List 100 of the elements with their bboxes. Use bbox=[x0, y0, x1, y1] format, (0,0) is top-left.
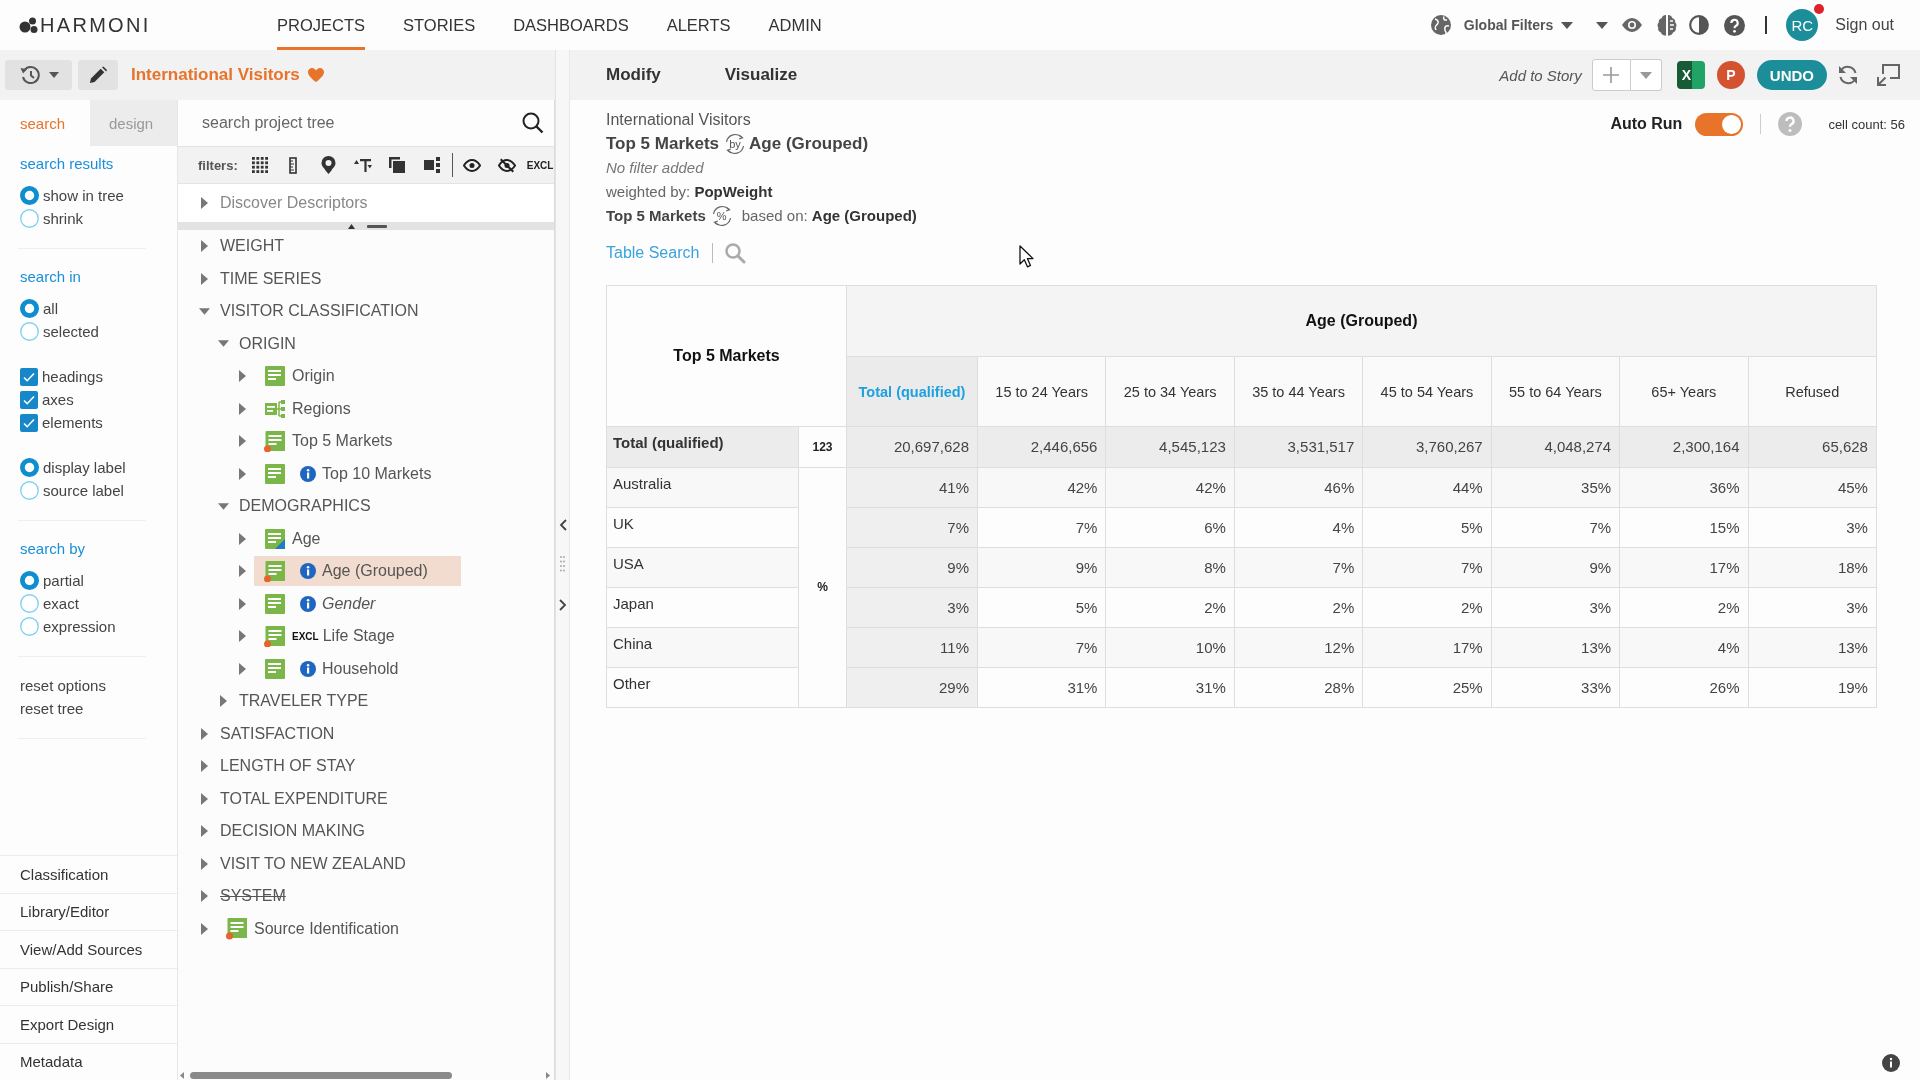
search-icon[interactable] bbox=[522, 112, 544, 134]
nav-tab[interactable]: ALERTS bbox=[666, 0, 731, 50]
reset-link[interactable]: reset tree bbox=[20, 697, 84, 720]
scrollbar-thumb[interactable] bbox=[190, 1071, 452, 1079]
pin-icon[interactable] bbox=[320, 156, 336, 174]
checkbox[interactable] bbox=[20, 390, 38, 409]
help-icon[interactable] bbox=[1724, 14, 1746, 36]
caret-right-icon[interactable] bbox=[200, 727, 208, 740]
add-button[interactable] bbox=[1591, 59, 1631, 91]
caret-right-icon[interactable] bbox=[200, 272, 208, 285]
sign-out-link[interactable]: Sign out bbox=[1835, 16, 1894, 34]
radio-button[interactable] bbox=[20, 594, 39, 613]
caret-right-icon[interactable] bbox=[238, 662, 246, 675]
excl-toggle[interactable]: EXCL bbox=[526, 159, 554, 171]
undo-button[interactable]: UNDO bbox=[1756, 60, 1827, 90]
tree-folder[interactable]: ORIGIN bbox=[239, 328, 329, 359]
tree-folder[interactable]: VISIT TO NEW ZEALAND bbox=[220, 848, 439, 879]
caret-right-icon[interactable] bbox=[200, 825, 208, 838]
window-icon[interactable] bbox=[1876, 64, 1900, 86]
eye-slash-icon[interactable] bbox=[497, 157, 516, 173]
caret-right-icon[interactable] bbox=[238, 630, 246, 643]
radio-button[interactable] bbox=[20, 617, 39, 636]
caret-right-icon[interactable] bbox=[238, 467, 246, 480]
caret-icon[interactable] bbox=[1596, 21, 1609, 29]
refresh-icon[interactable] bbox=[1837, 64, 1859, 86]
tree-folder[interactable]: TRAVELER TYPE bbox=[239, 686, 402, 717]
tree-folder[interactable]: TIME SERIES bbox=[220, 263, 355, 294]
resize-handle[interactable] bbox=[178, 222, 554, 230]
radio-button[interactable] bbox=[20, 571, 39, 590]
caret-right-icon[interactable] bbox=[200, 792, 208, 805]
tree-folder[interactable]: LENGTH OF STAY bbox=[220, 751, 389, 782]
tree-folder[interactable]: VISITOR CLASSIFICATION bbox=[220, 296, 452, 327]
caret-right-icon[interactable] bbox=[219, 695, 227, 708]
tree-item[interactable]: Top 5 Markets bbox=[254, 426, 426, 457]
sidebar-menu-item[interactable]: View/Add Sources bbox=[0, 930, 177, 968]
tree-item[interactable]: Top 10 Markets bbox=[254, 458, 465, 489]
nav-tab[interactable]: ADMIN bbox=[768, 0, 822, 50]
tree-folder[interactable]: DECISION MAKING bbox=[220, 816, 398, 847]
sidebar-menu-item[interactable]: Classification bbox=[0, 855, 177, 893]
checkbox[interactable] bbox=[20, 413, 38, 432]
caret-down-icon[interactable] bbox=[217, 502, 229, 510]
scroll-right-icon[interactable] bbox=[546, 1071, 550, 1079]
hierarchy-icon[interactable] bbox=[423, 157, 440, 173]
eye-icon[interactable] bbox=[462, 158, 481, 172]
caret-right-icon[interactable] bbox=[238, 597, 246, 610]
caret-right-icon[interactable] bbox=[238, 565, 246, 578]
tree-folder[interactable]: TOTAL EXPENDITURE bbox=[220, 783, 421, 814]
brain-icon[interactable] bbox=[1657, 14, 1678, 36]
radio-button[interactable] bbox=[20, 209, 39, 228]
tree-item[interactable]: Discover Descriptors bbox=[220, 194, 368, 212]
radio-button[interactable] bbox=[20, 458, 39, 477]
toggle-switch[interactable] bbox=[1695, 112, 1744, 136]
nav-tab[interactable]: DASHBOARDS bbox=[513, 0, 629, 50]
tree-folder[interactable]: WEIGHT bbox=[220, 231, 317, 262]
tree-item[interactable]: Age bbox=[254, 523, 354, 554]
spreadsheet-button[interactable]: X bbox=[1676, 61, 1705, 89]
caret-down-icon[interactable] bbox=[217, 340, 229, 348]
sidebar-menu-item[interactable]: Publish/Share bbox=[0, 967, 177, 1005]
search-field[interactable]: search project tree bbox=[202, 108, 514, 138]
tree-item[interactable]: Age (Grouped) bbox=[254, 556, 461, 587]
stack-icon[interactable] bbox=[388, 157, 405, 173]
chevron-left-icon[interactable] bbox=[558, 519, 567, 531]
edit-button[interactable] bbox=[78, 60, 118, 90]
caret-right-icon[interactable] bbox=[238, 532, 246, 545]
caret-right-icon[interactable] bbox=[238, 435, 246, 448]
sidebar-menu-item[interactable]: Metadata bbox=[0, 1042, 177, 1080]
text-size-icon[interactable] bbox=[353, 158, 372, 172]
tree-item[interactable]: Regions bbox=[254, 393, 384, 424]
tree-folder[interactable]: DEMOGRAPHICS bbox=[239, 491, 404, 522]
caret-right-icon[interactable] bbox=[200, 240, 208, 253]
radio-button[interactable] bbox=[20, 322, 39, 341]
caret-right-icon[interactable] bbox=[238, 370, 246, 383]
heart-icon[interactable] bbox=[306, 67, 325, 83]
caret-right-icon[interactable] bbox=[200, 760, 208, 773]
reset-link[interactable]: reset options bbox=[20, 674, 106, 697]
presentation-button[interactable]: P bbox=[1716, 61, 1745, 89]
contrast-icon[interactable] bbox=[1689, 15, 1710, 35]
grip-icon[interactable] bbox=[560, 556, 565, 572]
history-button[interactable] bbox=[5, 60, 72, 90]
tree-item[interactable]: EXCL Life Stage bbox=[254, 621, 428, 652]
tree-item[interactable]: Gender bbox=[254, 588, 409, 619]
tree-folder[interactable]: SATISFACTION bbox=[220, 718, 368, 749]
sidebar-menu-item[interactable]: Library/Editor bbox=[0, 892, 177, 930]
grid-icon[interactable] bbox=[251, 157, 268, 173]
tree-item[interactable]: Origin bbox=[254, 361, 368, 392]
action-tab[interactable]: Modify bbox=[606, 65, 661, 85]
caret-right-icon[interactable] bbox=[200, 922, 208, 935]
caret-right-icon[interactable] bbox=[200, 857, 208, 870]
tree-item[interactable]: Household bbox=[254, 653, 432, 684]
sidebar-menu-item[interactable]: Export Design bbox=[0, 1005, 177, 1043]
radio-button[interactable] bbox=[20, 299, 39, 318]
tree-folder[interactable]: SYSTEM bbox=[220, 881, 319, 912]
checkbox[interactable] bbox=[20, 367, 38, 386]
action-tab[interactable]: Visualize bbox=[724, 65, 798, 85]
radio-button[interactable] bbox=[20, 481, 39, 500]
caret-right-icon[interactable] bbox=[238, 402, 246, 415]
radio-button[interactable] bbox=[20, 186, 39, 205]
global-filters-button[interactable]: Global Filters bbox=[1429, 14, 1574, 36]
caret-right-icon[interactable] bbox=[200, 197, 208, 209]
info-icon[interactable] bbox=[1882, 1054, 1900, 1072]
